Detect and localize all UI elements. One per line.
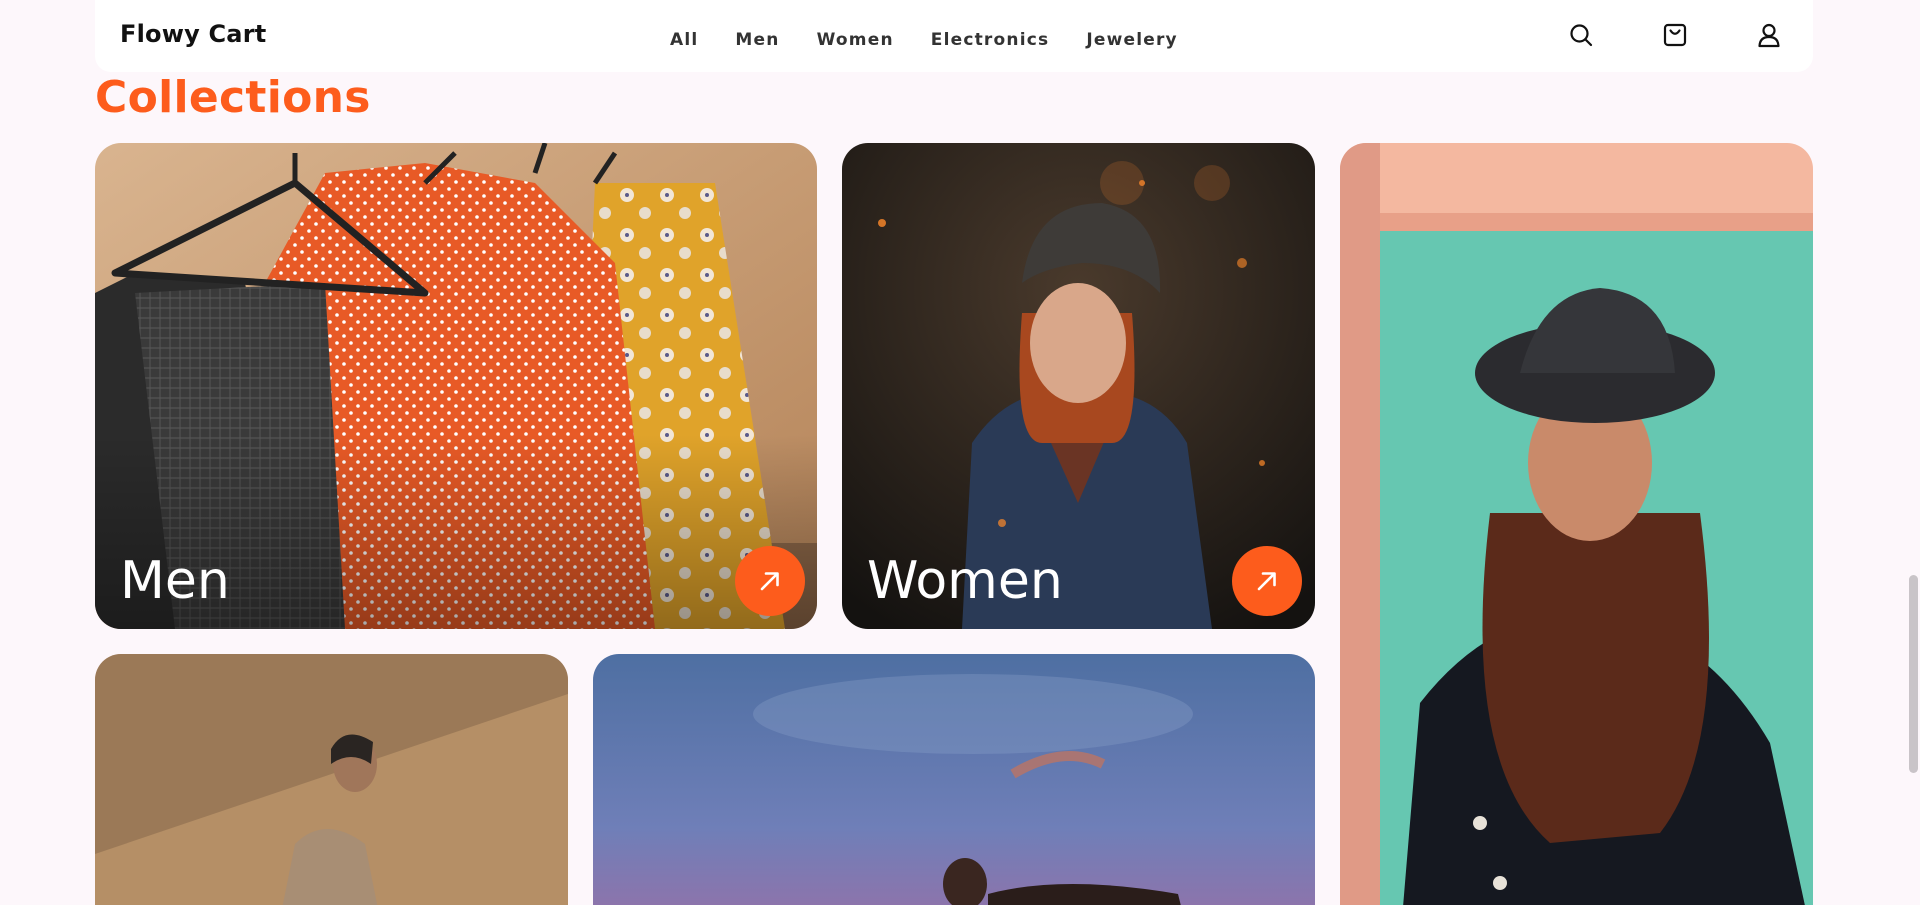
collection-card-outdoor[interactable]	[593, 654, 1315, 905]
scrollbar-thumb[interactable]	[1909, 575, 1918, 773]
nav-item-electronics[interactable]: Electronics	[931, 30, 1050, 50]
category-nav: All Men Women Electronics Jewelery	[670, 30, 1215, 50]
outdoor-collection-image	[593, 654, 1315, 905]
card-label: Men	[120, 551, 230, 611]
open-collection-button[interactable]	[735, 546, 805, 616]
collection-card-featured[interactable]	[1340, 143, 1813, 905]
featured-collection-image	[1340, 143, 1813, 905]
nav-item-men[interactable]: Men	[735, 30, 779, 50]
open-collection-button[interactable]	[1232, 546, 1302, 616]
site-header: Flowy Cart All Men Women Electronics Jew…	[95, 0, 1813, 72]
collection-card-women[interactable]: Women	[842, 143, 1315, 629]
nav-item-jewelery[interactable]: Jewelery	[1086, 30, 1178, 50]
nav-item-all[interactable]: All	[670, 30, 698, 50]
logo[interactable]: Flowy Cart	[120, 20, 266, 48]
search-icon[interactable]	[1568, 22, 1594, 48]
collection-card-lifestyle[interactable]	[95, 654, 568, 905]
user-icon[interactable]	[1756, 22, 1782, 48]
section-title: Collections	[95, 72, 371, 123]
collection-card-men[interactable]: Men	[95, 143, 817, 629]
arrow-up-right-icon	[1257, 572, 1276, 591]
card-label: Women	[867, 551, 1063, 611]
lifestyle-collection-image	[95, 654, 568, 905]
cart-icon[interactable]	[1662, 22, 1688, 48]
nav-item-women[interactable]: Women	[817, 30, 894, 50]
arrow-up-right-icon	[760, 572, 779, 591]
